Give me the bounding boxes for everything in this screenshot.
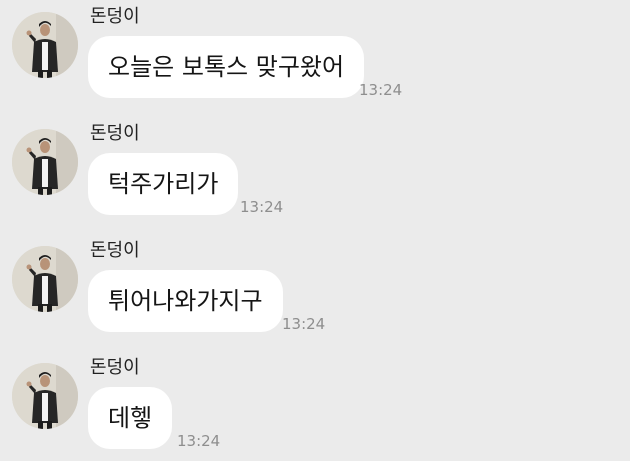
message-group: 돈덩이 오늘은 보톡스 맞구왔어 13:24 bbox=[0, 0, 630, 110]
message-timestamp: 13:24 bbox=[282, 315, 326, 333]
avatar[interactable] bbox=[12, 12, 78, 78]
message-timestamp: 13:24 bbox=[177, 432, 221, 450]
message-bubble[interactable]: 데헿 bbox=[88, 387, 173, 449]
message-bubble[interactable]: 오늘은 보톡스 맞구왔어 bbox=[88, 36, 365, 98]
message-timestamp: 13:24 bbox=[240, 198, 284, 216]
sender-name: 돈덩이 bbox=[90, 240, 140, 261]
profile-photo-icon bbox=[12, 246, 78, 312]
avatar[interactable] bbox=[12, 246, 78, 312]
message-group: 돈덩이 데헿 13:24 bbox=[0, 351, 630, 461]
avatar[interactable] bbox=[12, 363, 78, 429]
avatar[interactable] bbox=[12, 129, 78, 195]
profile-photo-icon bbox=[12, 12, 78, 78]
sender-name: 돈덩이 bbox=[90, 357, 140, 378]
message-timestamp: 13:24 bbox=[359, 81, 403, 99]
sender-name: 돈덩이 bbox=[90, 6, 140, 27]
message-group: 돈덩이 튀어나와가지구 13:24 bbox=[0, 234, 630, 344]
sender-name: 돈덩이 bbox=[90, 123, 140, 144]
profile-photo-icon bbox=[12, 363, 78, 429]
message-group: 돈덩이 턱주가리가 13:24 bbox=[0, 117, 630, 227]
message-bubble[interactable]: 턱주가리가 bbox=[88, 153, 239, 215]
message-bubble[interactable]: 튀어나와가지구 bbox=[88, 270, 283, 332]
profile-photo-icon bbox=[12, 129, 78, 195]
